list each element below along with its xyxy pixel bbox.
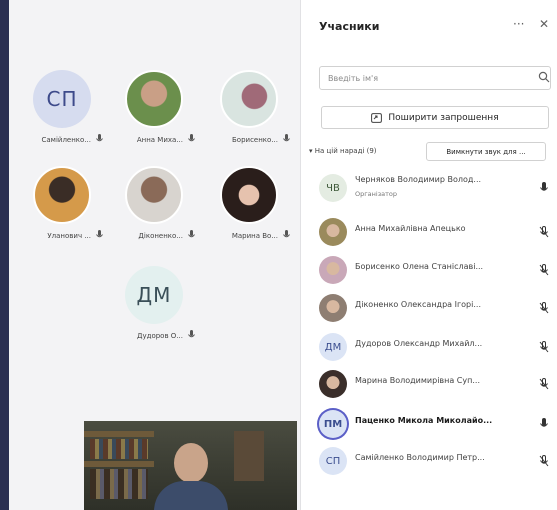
mic-icon <box>540 182 548 191</box>
participant-name: Черняков Володимир Волод... <box>355 175 482 184</box>
avatar-initials: СП <box>46 87 78 111</box>
avatar: СП <box>319 447 347 475</box>
participant-row[interactable]: Борисенко Олена Станіславі... <box>309 252 557 288</box>
avatar: СП <box>33 70 91 128</box>
participant-row[interactable]: ЧВ Черняков Володимир Волод... Організатор <box>309 170 557 206</box>
in-meeting-section-toggle[interactable]: ▾ На цій нараді (9) <box>309 147 377 155</box>
search-icon <box>538 71 550 83</box>
avatar-photo <box>125 166 183 224</box>
search-input[interactable] <box>319 66 551 90</box>
participant-tile[interactable]: Діконенко... <box>109 166 199 266</box>
mic-icon <box>283 230 290 238</box>
mic-icon <box>188 134 195 142</box>
participant-row[interactable]: ДМ Дудоров Олександр Михайл... <box>309 329 557 365</box>
participant-tile[interactable]: Уланович ... <box>17 166 107 266</box>
participant-row[interactable]: СП Самійленко Володимир Петр... <box>309 443 557 479</box>
share-icon <box>371 112 383 123</box>
participant-name: Діконенко Олександра Ігорі... <box>355 300 481 309</box>
share-invite-label: Поширити запрошення <box>388 112 499 123</box>
avatar: ЧВ <box>319 174 347 202</box>
close-icon[interactable]: ✕ <box>539 17 549 31</box>
tile-name: Марина Во... <box>231 232 278 240</box>
participant-name: Самійленко Володимир Петр... <box>355 453 485 462</box>
avatar-photo <box>319 218 347 246</box>
mic-icon <box>188 230 195 238</box>
avatar-initials: ДМ <box>136 283 172 307</box>
avatar-photo <box>125 70 183 128</box>
mic-muted-icon <box>539 455 549 467</box>
avatar-photo <box>33 166 91 224</box>
participant-tile[interactable]: ДМ Дудоров О... <box>109 266 199 366</box>
participant-tile[interactable]: СП Самійленко... <box>17 70 107 170</box>
avatar-initials: ЧВ <box>326 182 340 194</box>
avatar: ДМ <box>319 333 347 361</box>
tile-name: Анна Миха... <box>136 136 183 144</box>
avatar-photo <box>220 70 278 128</box>
avatar-initials: ПМ <box>323 418 343 430</box>
share-invite-button[interactable]: Поширити запрошення <box>321 106 549 129</box>
participants-panel: Учасники ··· ✕ Поширити запрошення ▾ На … <box>300 0 557 510</box>
participant-tile[interactable]: Борисенко... <box>204 70 294 170</box>
participant-tile[interactable]: Анна Миха... <box>109 70 199 170</box>
avatar-initials: СП <box>325 455 341 467</box>
app-rail-edge <box>0 0 9 510</box>
tile-name: Дудоров О... <box>137 332 183 340</box>
avatar-photo <box>319 294 347 322</box>
panel-title: Учасники <box>319 20 380 33</box>
participant-name: Дудоров Олександр Михайл... <box>355 339 483 348</box>
mic-muted-icon <box>539 378 549 390</box>
tile-name: Діконенко... <box>138 232 183 240</box>
more-options-icon[interactable]: ··· <box>513 17 524 31</box>
mic-muted-icon <box>539 341 549 353</box>
tile-name: Уланович ... <box>47 232 91 240</box>
mic-muted-icon <box>539 302 549 314</box>
self-video-preview <box>84 421 297 510</box>
mic-muted-icon <box>539 226 549 238</box>
participant-row[interactable]: Марина Володимирівна Суп... <box>309 366 557 402</box>
mic-icon <box>96 134 103 142</box>
participant-role: Організатор <box>355 190 398 198</box>
avatar: ДМ <box>125 266 183 324</box>
avatar-photo <box>319 370 347 398</box>
mic-icon <box>188 330 195 338</box>
avatar-photo <box>220 166 278 224</box>
avatar-initials: ДМ <box>324 341 342 353</box>
meeting-stage: СП Самійленко... Анна Миха... Борисенко.… <box>9 0 300 510</box>
avatar: ПМ <box>319 410 347 438</box>
participant-name: Марина Володимирівна Суп... <box>355 376 480 385</box>
mic-icon <box>96 230 103 238</box>
participant-name: Анна Михайлівна Апецько <box>355 224 466 233</box>
participant-row[interactable]: Анна Михайлівна Апецько <box>309 214 557 250</box>
avatar-photo <box>319 256 347 284</box>
tile-name: Самійленко... <box>41 136 92 144</box>
mute-all-button[interactable]: Вимкнути звук для ... <box>426 142 546 161</box>
participant-row[interactable]: ПМ Паценко Микола Миколайо... <box>309 406 557 442</box>
mic-muted-icon <box>539 264 549 276</box>
tile-name: Борисенко... <box>232 136 278 144</box>
mic-icon <box>283 134 290 142</box>
participant-name: Борисенко Олена Станіславі... <box>355 262 484 271</box>
mic-icon <box>540 418 548 427</box>
participant-row[interactable]: Діконенко Олександра Ігорі... <box>309 290 557 326</box>
participant-name: Паценко Микола Миколайо... <box>355 416 493 425</box>
participant-tile[interactable]: Марина Во... <box>204 166 294 266</box>
